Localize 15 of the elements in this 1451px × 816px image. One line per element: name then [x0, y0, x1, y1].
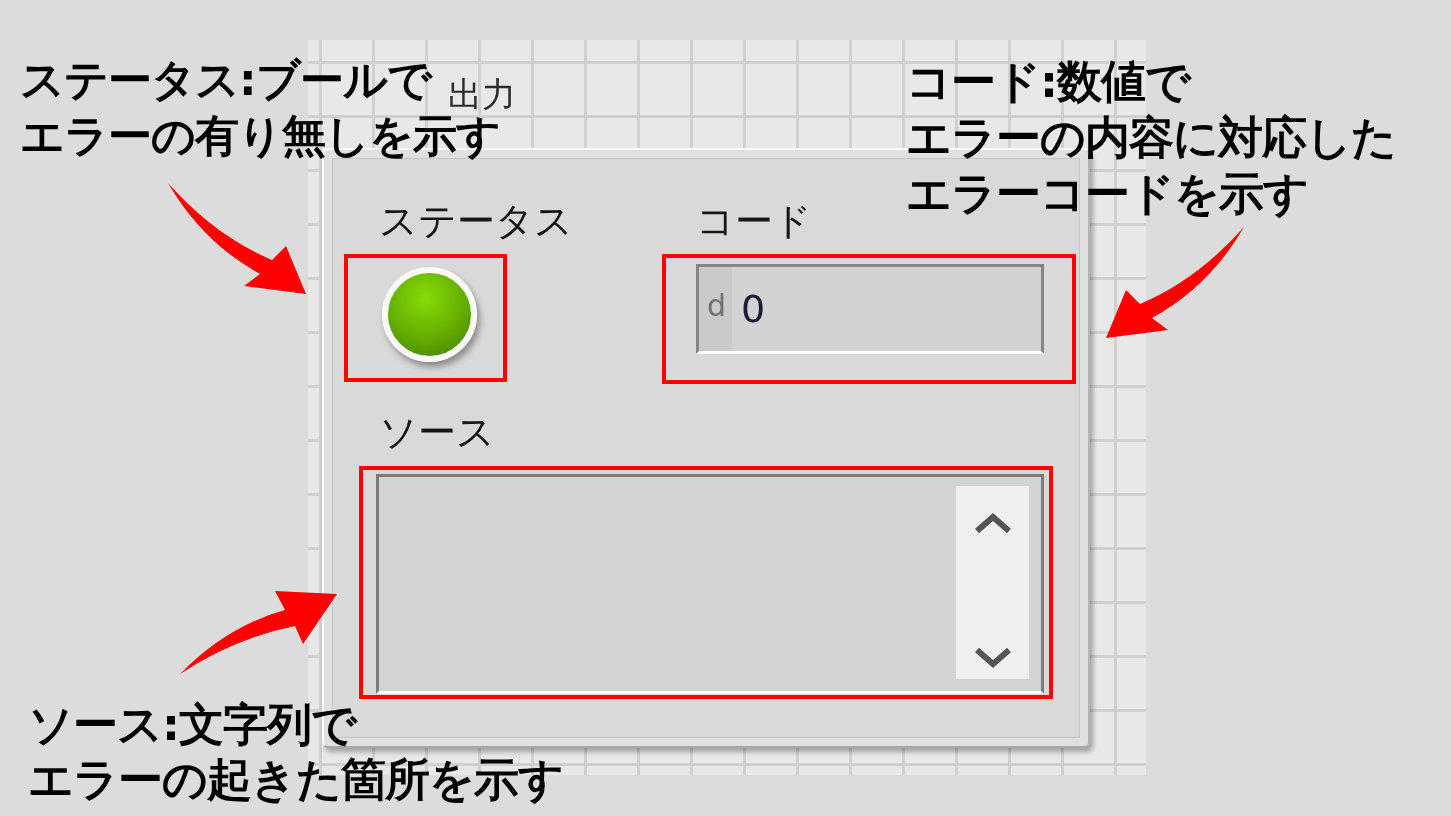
- annotation-text: コード:数値で: [906, 58, 1190, 105]
- code-label: コード: [696, 198, 812, 245]
- annotation-text: ソース:文字列で: [28, 701, 356, 748]
- annotation-text: エラーコードを示す: [906, 170, 1308, 217]
- code-value: 0: [741, 286, 766, 333]
- source-label: ソース: [379, 409, 495, 456]
- radix-label: d: [699, 267, 732, 351]
- chevron-down-icon[interactable]: [973, 647, 1012, 669]
- panel-title: 出力: [448, 77, 516, 111]
- annotation-text: エラーの有り無しを示す: [20, 113, 500, 158]
- annotation-text: エラーの起きた箇所を示す: [28, 756, 563, 803]
- chevron-up-icon[interactable]: [973, 512, 1012, 534]
- annotation-text: ステータス:ブールで: [20, 57, 431, 102]
- annotation-text: エラーの内容に対応した: [906, 114, 1396, 161]
- status-label: ステータス: [379, 198, 573, 245]
